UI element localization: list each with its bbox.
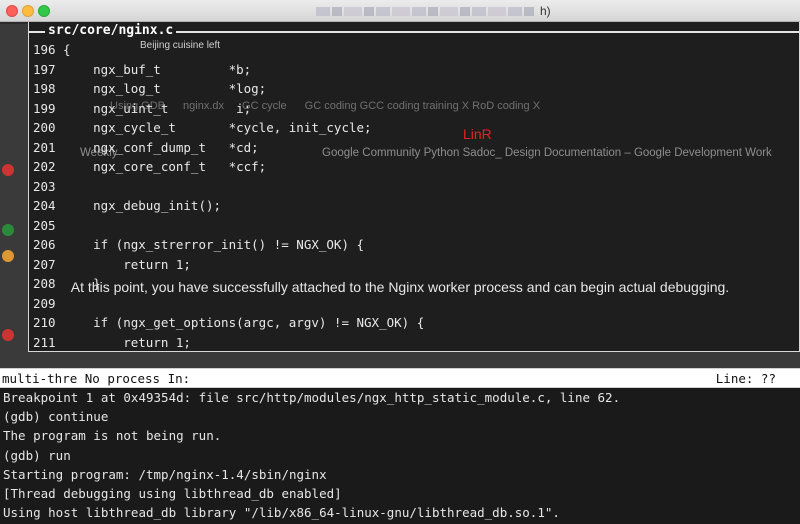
background-bookmark-google: Google Community Python Sadoc_ Design Do… bbox=[322, 147, 772, 159]
source-code: 196{197 ngx_buf_t *b; 198 ngx_log_t *log;… bbox=[29, 40, 799, 352]
code-text: { bbox=[63, 42, 71, 57]
line-number: 203 bbox=[33, 178, 56, 194]
console-line: [Thread debugging using libthread_db ena… bbox=[3, 485, 342, 501]
code-line: 205 bbox=[29, 216, 799, 236]
close-window-button[interactable] bbox=[6, 5, 18, 17]
code-line: 207 return 1; bbox=[29, 255, 799, 275]
background-tab: nginx.dx bbox=[183, 100, 225, 112]
background-bookmark-weekly: Weekly bbox=[80, 147, 118, 159]
background-red-icon bbox=[2, 164, 14, 176]
code-line: 211 return 1; bbox=[29, 333, 799, 353]
floating-tooltip: Beijing cuisine left bbox=[140, 40, 221, 51]
line-number: 201 bbox=[33, 139, 56, 155]
watermark-text: LinR bbox=[463, 126, 492, 142]
console-line: The program is not being run. bbox=[3, 428, 222, 444]
line-number: 204 bbox=[33, 198, 56, 213]
line-number: 206 bbox=[33, 237, 56, 252]
code-line: 202 ngx_core_conf_t *ccf; bbox=[29, 157, 799, 177]
source-pane[interactable]: src/core/nginx.c 196{197 ngx_buf_t *b; 19… bbox=[28, 22, 800, 352]
line-number: 197 bbox=[33, 61, 56, 77]
code-text: if (ngx_get_options(argc, argv) != NGX_O… bbox=[63, 315, 425, 330]
zoom-window-button[interactable] bbox=[38, 5, 50, 17]
background-orange-icon bbox=[2, 250, 14, 262]
line-number: 207 bbox=[33, 256, 56, 272]
code-line: 200 ngx_cycle_t *cycle, init_cycle; bbox=[29, 118, 799, 138]
line-number: 196 bbox=[33, 42, 56, 57]
background-sidebar bbox=[0, 24, 28, 364]
console-line: (gdb) continue bbox=[3, 409, 109, 425]
background-tab: GC coding GCC coding training X RoD codi… bbox=[304, 100, 541, 112]
code-text: ngx_debug_init(); bbox=[63, 198, 222, 213]
gdb-console[interactable]: Breakpoint 1 at 0x49354d: file src/http/… bbox=[0, 388, 800, 524]
background-green-icon bbox=[2, 224, 14, 236]
code-line: 210 if (ngx_get_options(argc, argv) != N… bbox=[29, 313, 799, 333]
source-pane-header: src/core/nginx.c bbox=[29, 22, 799, 40]
background-tab: GC cycle bbox=[242, 100, 287, 112]
code-line: 203 bbox=[29, 177, 799, 197]
status-process-info: multi-thre No process In: bbox=[2, 371, 191, 386]
line-number: 198 bbox=[33, 81, 56, 96]
background-tab: Using GDB bbox=[110, 100, 166, 112]
code-line: 197 ngx_buf_t *b; bbox=[29, 60, 799, 80]
code-text: return 1; bbox=[63, 334, 191, 350]
console-line: Starting program: /tmp/nginx-1.4/sbin/ng… bbox=[3, 466, 327, 482]
line-number: 200 bbox=[33, 120, 56, 135]
code-line: 204 ngx_debug_init(); bbox=[29, 196, 799, 216]
window-title-bar: h) bbox=[0, 0, 800, 22]
line-number: 202 bbox=[33, 159, 56, 174]
line-number: 205 bbox=[33, 217, 56, 233]
source-file-title: src/core/nginx.c bbox=[45, 22, 177, 40]
code-text: return 1; bbox=[63, 256, 191, 272]
window-title: h) bbox=[316, 4, 551, 18]
code-text: if (ngx_strerror_init() != NGX_OK) { bbox=[63, 237, 365, 252]
code-text: ngx_buf_t *b; bbox=[63, 61, 252, 77]
line-number: 210 bbox=[33, 315, 56, 330]
gdb-status-bar: multi-thre No process In: Line: ?? bbox=[0, 368, 800, 388]
status-line-info: Line: ?? bbox=[715, 371, 776, 386]
line-number: 199 bbox=[33, 100, 56, 116]
console-line: Breakpoint 1 at 0x49354d: file src/http/… bbox=[3, 390, 621, 405]
background-tab-strip: Using GDB nginx.dx GC cycle GC coding GCC c… bbox=[110, 96, 800, 116]
line-number: 209 bbox=[33, 295, 56, 311]
console-line: Using host libthread_db library "/lib/x8… bbox=[3, 505, 560, 521]
minimize-window-button[interactable] bbox=[22, 5, 34, 17]
code-line: 209 bbox=[29, 294, 799, 314]
background-red-icon-2 bbox=[2, 329, 14, 341]
overlay-caption: At this point, you have successfully att… bbox=[70, 279, 730, 295]
window-title-suffix: h) bbox=[540, 4, 551, 18]
line-number: 211 bbox=[33, 334, 56, 350]
code-line: 206 if (ngx_strerror_init() != NGX_OK) { bbox=[29, 235, 799, 255]
console-line: (gdb) run bbox=[3, 447, 71, 463]
pane-separator bbox=[0, 352, 800, 368]
code-text: ngx_core_conf_t *ccf; bbox=[63, 159, 267, 174]
code-text: ngx_cycle_t *cycle, init_cycle; bbox=[63, 120, 372, 135]
